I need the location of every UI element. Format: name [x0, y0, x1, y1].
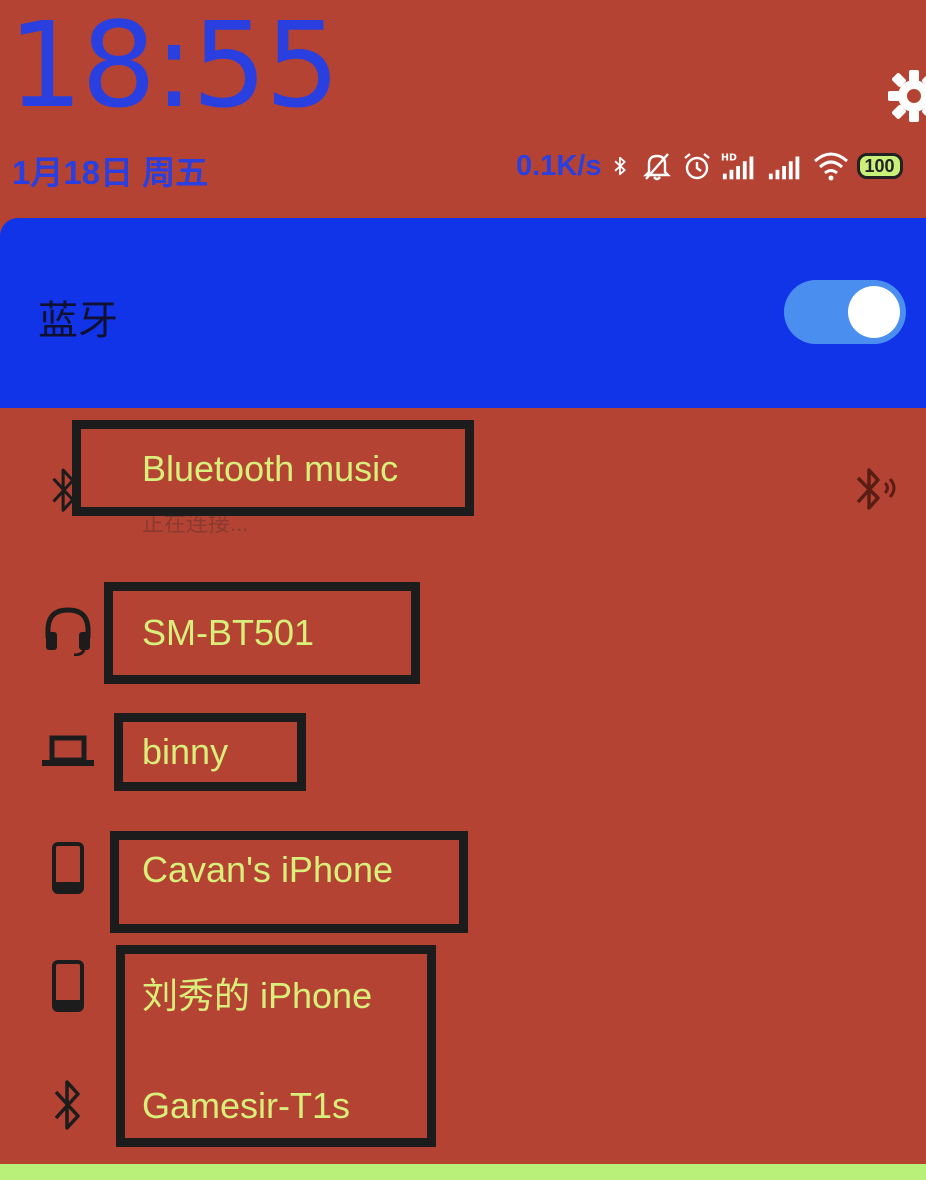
bell-muted-icon — [643, 153, 672, 181]
device-name: binny — [142, 731, 229, 772]
toggle-knob — [848, 286, 900, 338]
clock-time: 18:55 — [8, 0, 340, 134]
phone-icon — [52, 842, 84, 894]
battery-icon: 100 — [857, 153, 904, 179]
svg-text:HD: HD — [721, 152, 737, 163]
bluetooth-toggle[interactable] — [784, 280, 906, 344]
bluetooth-audio-icon[interactable] — [852, 464, 904, 516]
status-icons: 0.1K/s HD 100 — [516, 146, 904, 186]
alarm-icon — [684, 153, 711, 180]
device-name: 刘秀的 iPhone — [142, 975, 373, 1016]
signal-icon — [769, 156, 800, 180]
gear-icon[interactable] — [886, 66, 926, 126]
network-speed: 0.1K/s — [516, 149, 602, 182]
headset-icon — [45, 607, 91, 656]
wifi-icon — [814, 152, 849, 181]
laptop-icon — [42, 735, 94, 766]
bluetooth-header-card: 蓝牙 — [0, 218, 926, 408]
device-name: Gamesir-T1s — [142, 1085, 351, 1126]
hd-signal-icon: HD — [721, 152, 754, 180]
bluetooth-title: 蓝牙 — [38, 298, 118, 344]
bluetooth-icon — [614, 156, 627, 176]
bottom-strip — [0, 1164, 926, 1180]
device-name: Cavan's iPhone — [142, 849, 394, 890]
date-text: 1月18日 周五 — [12, 154, 209, 191]
battery-level: 100 — [864, 156, 895, 176]
phone-icon — [52, 960, 84, 1012]
device-name: Bluetooth music — [142, 448, 399, 489]
bluetooth-icon — [54, 1080, 80, 1130]
device-name: SM-BT501 — [142, 612, 315, 653]
